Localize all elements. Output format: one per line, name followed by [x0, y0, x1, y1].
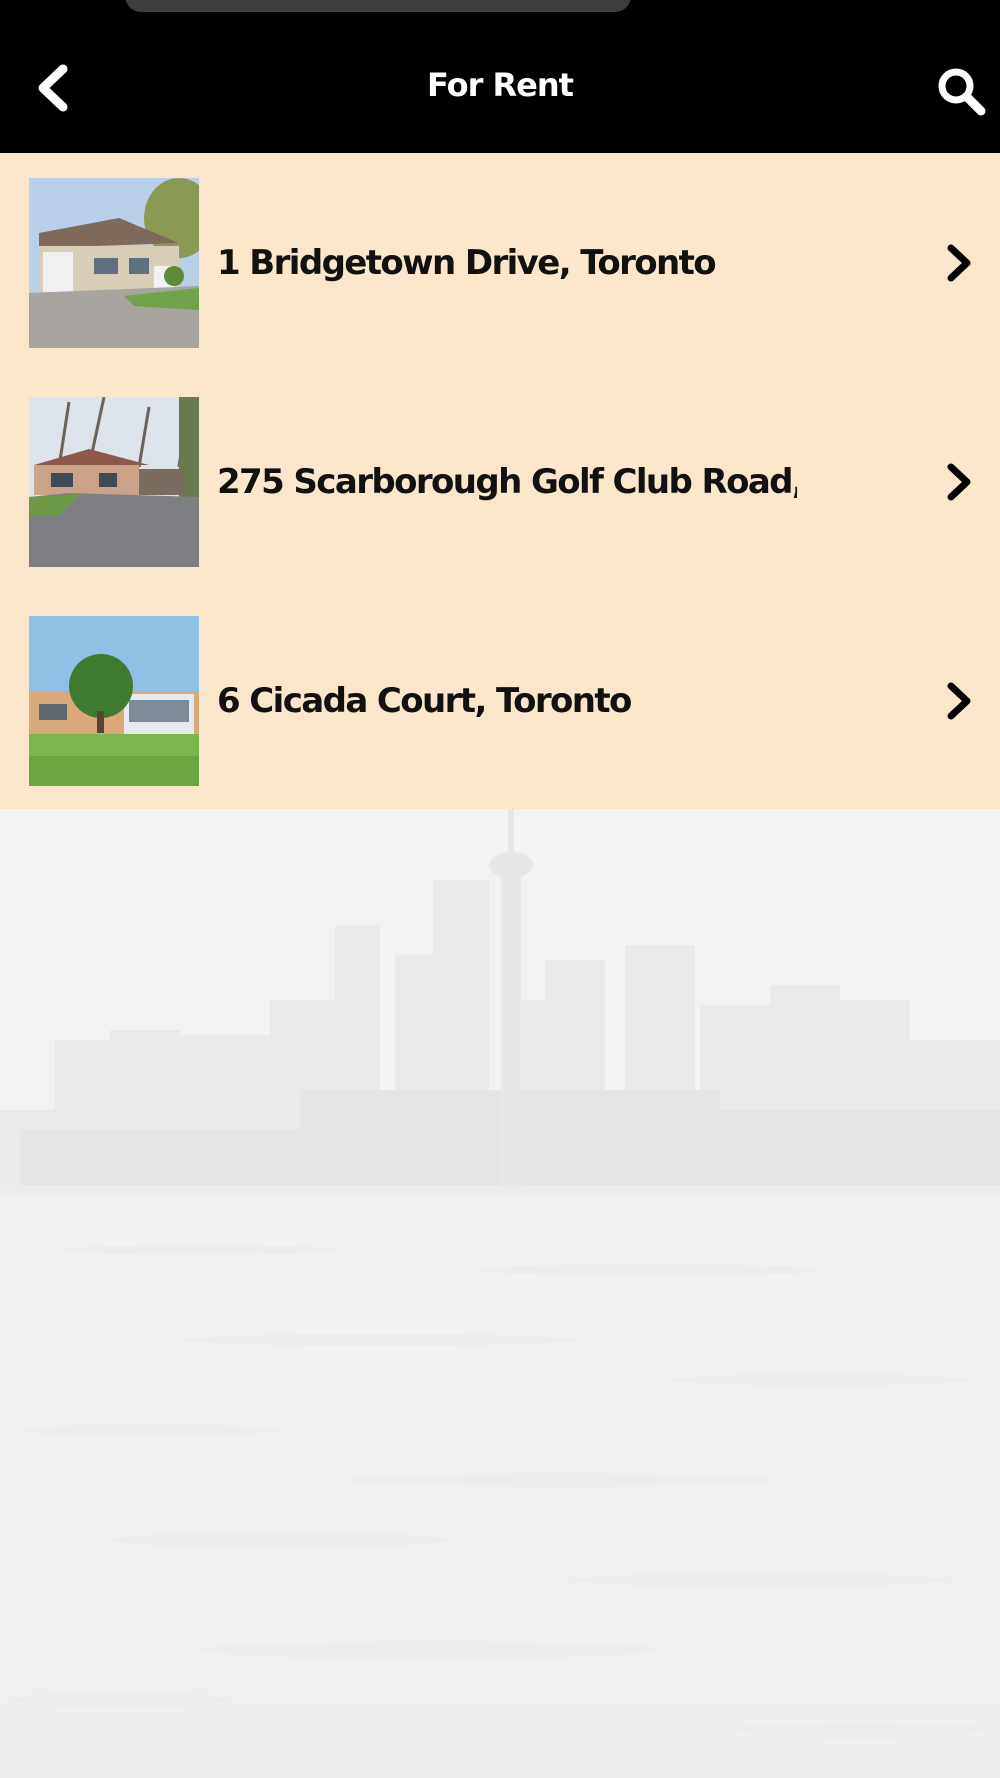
chevron-right-icon — [947, 244, 971, 282]
chevron-right-icon — [947, 463, 971, 501]
house-photo — [29, 397, 199, 567]
page-title: For Rent — [427, 66, 574, 104]
list-item[interactable]: 6 Cicada Court, Toronto — [0, 591, 1000, 810]
notch-pill — [125, 0, 631, 12]
chevron-right-icon — [947, 682, 971, 720]
list-item[interactable]: 275 Scarborough Golf Club Road, Toro... — [0, 372, 1000, 591]
search-button[interactable] — [926, 56, 996, 126]
app-header: For Rent — [0, 0, 1000, 153]
search-icon — [938, 68, 986, 116]
listing-address: 6 Cicada Court, Toronto — [217, 680, 632, 721]
listing-address: 275 Scarborough Golf Club Road, Toro... — [217, 461, 797, 502]
house-photo — [29, 178, 199, 348]
list-item[interactable]: 1 Bridgetown Drive, Toronto — [0, 153, 1000, 372]
listing-address: 1 Bridgetown Drive, Toronto — [217, 242, 717, 283]
listing-list: 1 Bridgetown Drive, Toronto 275 Scarboro… — [0, 153, 1000, 809]
house-photo — [29, 616, 199, 786]
